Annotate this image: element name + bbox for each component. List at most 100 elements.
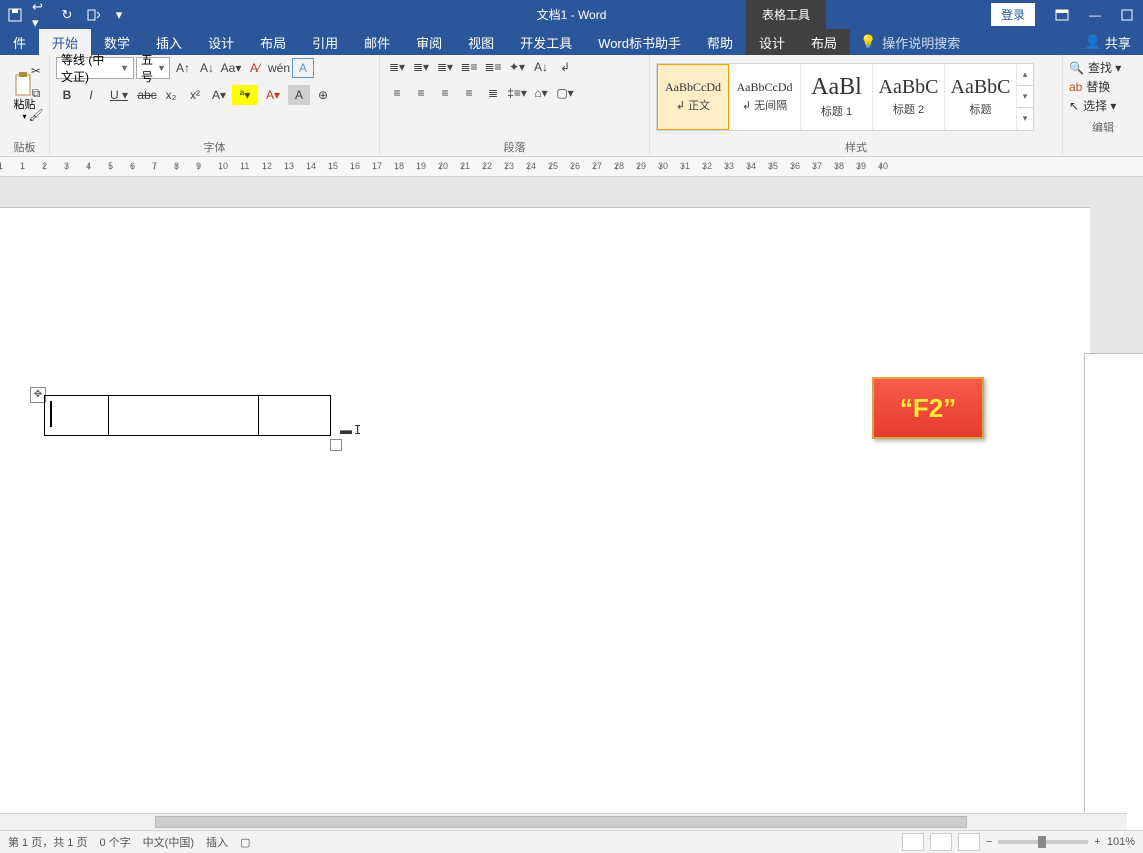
shading-icon[interactable]: ⌂▾ [530,83,552,103]
strikethrough-button[interactable]: abc [136,85,158,105]
table-cell[interactable] [45,396,109,436]
read-mode-icon[interactable] [902,833,924,851]
shrink-font-icon[interactable]: A↓ [196,58,218,78]
text-effects-icon[interactable]: A▾ [208,85,230,105]
multilevel-list-icon[interactable]: ≣▾ [434,57,456,77]
horizontal-ruler[interactable]: 1123456789101112131415161718192021222324… [0,157,1143,177]
login-button[interactable]: 登录 [991,3,1035,26]
tell-me[interactable]: 💡 操作说明搜索 [850,29,970,55]
document-table[interactable] [44,395,331,436]
style-no-spacing[interactable]: AaBbCcDd↲ 无间隔 [729,64,801,130]
ribbon-display-options-icon[interactable] [1045,0,1079,29]
style-heading1[interactable]: AaBl标题 1 [801,64,873,130]
tab-file[interactable]: 件 [0,29,39,55]
tab-references[interactable]: 引用 [299,29,351,55]
decrease-indent-icon[interactable]: ≣≡ [458,57,480,77]
tab-addon[interactable]: Word标书助手 [585,29,694,55]
style-gallery-more[interactable]: ▴▾▾ [1017,64,1033,130]
align-center-icon[interactable]: ≡ [410,83,432,103]
enclose-char-icon[interactable]: ⊕ [312,85,334,105]
document-page[interactable] [0,207,1090,827]
find-button[interactable]: 🔍查找 ▾ [1069,59,1137,76]
align-left-icon[interactable]: ≡ [386,83,408,103]
align-right-icon[interactable]: ≡ [434,83,456,103]
font-name-combo[interactable]: 等线 (中文正)▼ [56,57,134,79]
font-color-icon[interactable]: A▾ [260,85,286,105]
share-button[interactable]: 👤 共享 [1073,29,1143,55]
horizontal-scrollbar[interactable] [0,813,1127,830]
zoom-slider[interactable] [998,840,1088,844]
expand-icon[interactable]: ▾ [1017,108,1033,129]
bold-button[interactable]: B [56,85,78,105]
tab-layout[interactable]: 布局 [247,29,299,55]
numbering-icon[interactable]: ≣▾ [410,57,432,77]
table-cell[interactable] [109,396,259,436]
zoom-out-icon[interactable]: − [986,836,992,848]
bullets-icon[interactable]: ≣▾ [386,57,408,77]
table-resize-handle-icon[interactable] [330,439,342,451]
tab-design[interactable]: 设计 [195,29,247,55]
font-size-combo[interactable]: 五号▼ [136,57,170,79]
tab-developer[interactable]: 开发工具 [507,29,585,55]
scrollbar-thumb[interactable] [155,816,967,828]
zoom-inender-icon[interactable]: + [1094,836,1100,848]
document-page-next [1084,353,1143,830]
distribute-icon[interactable]: ≣ [482,83,504,103]
asian-layout-icon[interactable]: ✦▾ [506,57,528,77]
qat-customize-icon[interactable]: ▾ [110,6,128,24]
print-layout-icon[interactable] [930,833,952,851]
web-layout-icon[interactable] [958,833,980,851]
format-painter-icon[interactable]: 🖌 [25,105,47,125]
maximize-icon[interactable] [1111,0,1143,29]
cut-icon[interactable]: ✂ [25,61,47,81]
subscript-button[interactable]: x₂ [160,85,182,105]
macro-record-icon[interactable]: ▢ [240,836,250,849]
sort-icon[interactable]: A↓ [530,57,552,77]
table-row[interactable] [45,396,331,436]
word-count[interactable]: 0 个字 [99,834,130,850]
bulb-icon: 💡 [860,34,876,50]
char-shading-icon[interactable]: A [288,85,310,105]
grow-font-icon[interactable]: A↑ [172,58,194,78]
copy-icon[interactable]: ⧉ [25,83,47,103]
underline-button[interactable]: U ▾ [104,85,134,105]
highlight-icon[interactable]: ª▾ [232,85,258,105]
scroll-down-icon[interactable]: ▾ [1017,86,1033,108]
tab-table-layout[interactable]: 布局 [798,29,850,55]
scroll-up-icon[interactable]: ▴ [1017,64,1033,86]
table-cell[interactable] [259,396,331,436]
touch-mode-icon[interactable] [84,6,102,24]
show-marks-icon[interactable]: ↲ [554,57,576,77]
zoom-thumb[interactable] [1038,836,1046,848]
zoom-level[interactable]: 101% [1107,836,1135,848]
change-case-icon[interactable]: Aa▾ [220,58,242,78]
undo-icon[interactable]: ↩ ▾ [32,6,50,24]
borders-icon[interactable]: ▢▾ [554,83,576,103]
tab-mailings[interactable]: 邮件 [351,29,403,55]
style-normal[interactable]: AaBbCcDd↲ 正文 [657,64,729,130]
italic-button[interactable]: I [80,85,102,105]
replace-button[interactable]: ab替换 [1069,78,1137,95]
align-justify-icon[interactable]: ≡ [458,83,480,103]
chevron-down-icon: ▼ [157,63,166,73]
clear-format-icon[interactable]: A⁄ [244,58,266,78]
phonetic-guide-icon[interactable]: wén [268,58,290,78]
tab-table-design[interactable]: 设计 [746,29,798,55]
tab-help[interactable]: 帮助 [694,29,746,55]
minimize-icon[interactable]: — [1079,0,1111,29]
save-icon[interactable] [6,6,24,24]
page-indicator[interactable]: 第 1 页，共 1 页 [8,834,87,850]
char-border-icon[interactable]: A [292,58,314,78]
insert-mode[interactable]: 插入 [206,834,228,850]
increase-indent-icon[interactable]: ≣≡ [482,57,504,77]
style-gallery[interactable]: AaBbCcDd↲ 正文 AaBbCcDd↲ 无间隔 AaBl标题 1 AaBb… [656,63,1034,131]
language-indicator[interactable]: 中文(中国) [143,834,194,850]
style-heading2[interactable]: AaBbC标题 2 [873,64,945,130]
style-title[interactable]: AaBbC标题 [945,64,1017,130]
redo-icon[interactable]: ↻ [58,6,76,24]
tab-review[interactable]: 审阅 [403,29,455,55]
tab-view[interactable]: 视图 [455,29,507,55]
line-spacing-icon[interactable]: ‡≡▾ [506,83,528,103]
select-button[interactable]: ↖选择 ▾ [1069,97,1137,114]
superscript-button[interactable]: x² [184,85,206,105]
